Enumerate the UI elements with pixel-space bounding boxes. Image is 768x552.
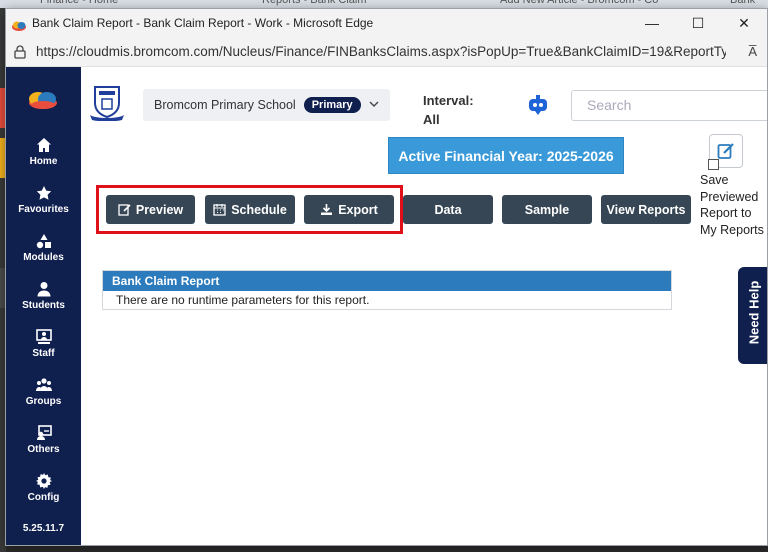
sidebar-item-label: Staff xyxy=(32,348,55,359)
bromcom-app: Home Favourites Modules Students Staff G… xyxy=(6,67,767,545)
title-bar: Bank Claim Report - Bank Claim Report - … xyxy=(6,9,767,37)
sidebar-item-label: Home xyxy=(29,156,58,167)
sidebar-item-groups[interactable]: Groups xyxy=(6,377,81,407)
home-icon xyxy=(36,138,51,152)
background-tab[interactable]: Add New Article - Bromcom - Co xyxy=(500,0,670,8)
interval-selector[interactable]: Interval: All xyxy=(423,91,474,129)
school-name: Bromcom Primary School xyxy=(154,98,296,112)
annotation-highlight-box xyxy=(96,185,403,234)
sidebar-item-others[interactable]: Others xyxy=(6,425,81,455)
sidebar: Home Favourites Modules Students Staff G… xyxy=(6,67,81,545)
chevron-down-icon xyxy=(369,101,379,107)
sidebar-item-label: Students xyxy=(22,300,65,311)
others-icon xyxy=(36,425,52,440)
school-selector[interactable]: Bromcom Primary School Primary xyxy=(143,89,390,121)
popup-window: Bank Claim Report - Bank Claim Report - … xyxy=(5,8,768,546)
school-phase-badge: Primary xyxy=(303,97,361,113)
need-help-label: Need Help xyxy=(746,280,762,345)
maximize-button[interactable]: ☐ xyxy=(675,9,721,37)
read-aloud-icon[interactable]: A̅ xyxy=(748,44,757,59)
user-icon xyxy=(37,282,50,297)
sidebar-item-home[interactable]: Home xyxy=(6,137,81,167)
sidebar-item-label: Modules xyxy=(23,252,64,263)
background-tab-strip: Finance - Home Reports - Bank Claim Add … xyxy=(0,0,768,8)
edit-icon xyxy=(717,143,734,159)
url-text[interactable]: https://cloudmis.bromcom.com/Nucleus/Fin… xyxy=(36,44,726,59)
background-tab[interactable]: Finance - Home xyxy=(40,0,180,8)
bromcom-logo-icon[interactable] xyxy=(28,91,58,109)
sidebar-item-config[interactable]: Config xyxy=(6,473,81,503)
gear-icon xyxy=(35,473,52,489)
groups-icon xyxy=(35,378,52,391)
search-input[interactable]: Search xyxy=(571,90,767,121)
save-report-label: Save Previewed Report to My Reports xyxy=(700,173,764,237)
need-help-tab[interactable]: Need Help xyxy=(738,267,767,364)
bromcom-cloud-icon xyxy=(12,18,26,31)
sidebar-item-staff[interactable]: Staff xyxy=(6,329,81,359)
modules-icon xyxy=(36,234,51,249)
version-label: 5.25.11.7 xyxy=(22,523,65,534)
financial-year-banner: Active Financial Year: 2025-2026 xyxy=(388,137,624,174)
view-reports-button[interactable]: View Reports xyxy=(601,195,691,224)
interval-label: Interval: xyxy=(423,93,474,108)
sample-button[interactable]: Sample xyxy=(502,195,592,224)
minimize-button[interactable]: — xyxy=(629,9,675,37)
window-title: Bank Claim Report - Bank Claim Report - … xyxy=(32,16,374,30)
interval-value: All xyxy=(423,112,440,127)
sidebar-item-students[interactable]: Students xyxy=(6,281,81,311)
lock-icon[interactable] xyxy=(14,44,26,59)
sidebar-item-label: Config xyxy=(27,492,60,503)
report-message: There are no runtime parameters for this… xyxy=(116,293,370,307)
staff-icon xyxy=(35,329,52,344)
sidebar-item-label: Others xyxy=(27,444,60,455)
school-crest-icon xyxy=(90,86,124,121)
address-bar: https://cloudmis.bromcom.com/Nucleus/Fin… xyxy=(6,37,767,67)
background-tab[interactable]: Bank xyxy=(730,0,768,8)
report-title: Bank Claim Report xyxy=(103,271,671,291)
save-report-checkbox[interactable] xyxy=(708,159,719,170)
close-button[interactable]: ✕ xyxy=(721,9,767,37)
star-icon xyxy=(36,186,51,200)
assistant-robot-icon[interactable] xyxy=(527,95,549,115)
sidebar-item-modules[interactable]: Modules xyxy=(6,233,81,263)
sidebar-item-label: Groups xyxy=(25,396,62,407)
data-button[interactable]: Data xyxy=(403,195,493,224)
sidebar-item-label: Favourites xyxy=(18,204,69,215)
sidebar-item-favourites[interactable]: Favourites xyxy=(6,185,81,215)
background-tab[interactable]: Reports - Bank Claim xyxy=(262,0,402,8)
report-panel: Bank Claim Report There are no runtime p… xyxy=(102,270,672,310)
